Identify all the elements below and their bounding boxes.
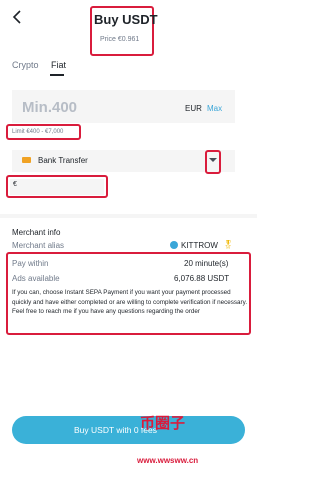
secondary-input-value: € bbox=[13, 181, 17, 188]
ads-available-label: Ads available bbox=[12, 274, 60, 283]
payment-method-label: Bank Transfer bbox=[38, 156, 88, 165]
amount-placeholder: Min.400 bbox=[22, 99, 78, 116]
verified-icon bbox=[170, 241, 178, 249]
max-button[interactable]: Max bbox=[207, 104, 222, 113]
watermark-url: www.wwsww.cn bbox=[137, 456, 199, 465]
chevron-left-icon bbox=[12, 10, 21, 24]
page-title: Buy USDT bbox=[94, 12, 158, 27]
pay-within-label: Pay within bbox=[12, 259, 49, 268]
bank-transfer-icon bbox=[22, 157, 31, 163]
merchant-terms: If you can, choose Instant SEPA Payment … bbox=[12, 289, 248, 316]
merchant-info-title: Merchant info bbox=[12, 228, 61, 237]
tab-fiat[interactable]: Fiat bbox=[51, 60, 66, 70]
chevron-down-icon[interactable] bbox=[209, 158, 217, 162]
dropdown-highlight-box bbox=[205, 150, 221, 174]
secondary-input[interactable] bbox=[10, 179, 104, 195]
price-label: Price €0.961 bbox=[100, 36, 140, 43]
medal-icon: 🎖 bbox=[223, 240, 234, 249]
pay-within-value: 20 minute(s) bbox=[184, 259, 229, 268]
ads-available-value: 6,076.88 USDT bbox=[174, 274, 230, 283]
merchant-alias[interactable]: KITTROW bbox=[181, 241, 218, 250]
back-button[interactable] bbox=[12, 10, 28, 30]
currency-label: EUR bbox=[185, 104, 202, 113]
tab-crypto[interactable]: Crypto bbox=[12, 60, 39, 70]
watermark-logo: 币圈子 bbox=[140, 414, 186, 432]
merchant-alias-label: Merchant alias bbox=[12, 241, 65, 250]
section-divider bbox=[0, 214, 257, 218]
limit-text: Limit €400 - €7,000 bbox=[12, 129, 64, 135]
active-tab-indicator bbox=[50, 74, 64, 76]
